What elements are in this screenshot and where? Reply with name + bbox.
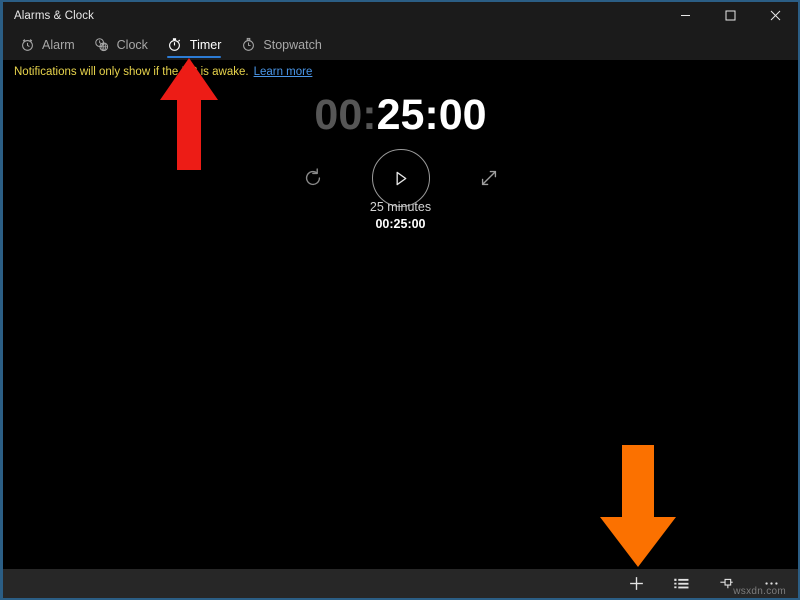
title-bar: Alarms & Clock xyxy=(3,2,798,29)
world-clock-icon xyxy=(94,37,110,53)
command-bar xyxy=(3,569,798,598)
timer-label-block: 25 minutes 00:25:00 xyxy=(3,199,798,233)
plus-icon xyxy=(630,577,643,590)
timer-display-hours: 00: xyxy=(314,91,377,139)
timer-name: 25 minutes xyxy=(369,200,432,214)
notification-bar: Notifications will only show if the PC i… xyxy=(3,60,798,84)
tab-stopwatch[interactable]: Stopwatch xyxy=(232,29,332,60)
tab-stopwatch-label: Stopwatch xyxy=(263,37,322,52)
play-icon xyxy=(396,171,407,185)
reset-button[interactable] xyxy=(292,157,334,199)
alarm-clock-icon xyxy=(19,37,35,53)
stopwatch-icon xyxy=(240,37,256,53)
edit-timers-button[interactable] xyxy=(659,569,704,598)
notification-message: Notifications will only show if the PC i… xyxy=(14,66,249,78)
tab-timer[interactable]: Timer xyxy=(159,29,232,60)
app-title: Alarms & Clock xyxy=(14,9,94,22)
list-edit-icon xyxy=(674,578,689,589)
tab-clock[interactable]: Clock xyxy=(86,29,159,60)
watermark: wsxdn.com xyxy=(733,586,786,597)
reset-icon xyxy=(305,168,320,186)
expand-button[interactable] xyxy=(468,157,510,199)
timer-duration: 00:25:00 xyxy=(375,217,426,231)
timer-display-minutes-seconds: 25:00 xyxy=(376,91,487,139)
expand-icon xyxy=(481,170,496,186)
active-tab-indicator xyxy=(166,55,222,58)
timer-content-area: 00:25:00 25 minutes 00:25:00 xyxy=(3,84,798,566)
tab-alarm-label: Alarm xyxy=(42,37,75,52)
tab-alarm[interactable]: Alarm xyxy=(11,29,86,60)
learn-more-link[interactable]: Learn more xyxy=(254,66,313,78)
timer-icon xyxy=(167,37,183,53)
window-controls xyxy=(663,2,798,29)
minimize-button[interactable] xyxy=(663,2,708,29)
new-timer-button[interactable] xyxy=(614,569,659,598)
timer-display: 00:25:00 xyxy=(3,89,798,141)
tab-clock-label: Clock xyxy=(116,37,148,52)
tab-timer-label: Timer xyxy=(189,37,222,52)
tab-bar: Alarm Clock Timer Stopwatch xyxy=(3,29,798,60)
maximize-button[interactable] xyxy=(708,2,753,29)
close-button[interactable] xyxy=(753,2,798,29)
alarms-and-clock-window: Alarms & Clock Alarm Clock Timer Stopwat… xyxy=(0,0,800,600)
